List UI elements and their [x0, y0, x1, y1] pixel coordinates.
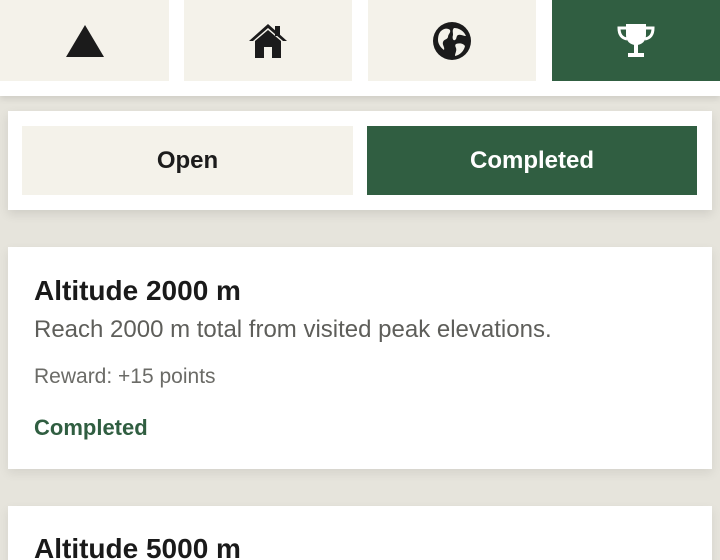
- challenge-title: Altitude 5000 m: [34, 533, 241, 560]
- trophy-icon: [616, 21, 656, 61]
- challenge-reward: Reward: +15 points: [34, 365, 216, 388]
- challenge-card[interactable]: Altitude 5000 m: [8, 506, 712, 560]
- challenge-title: Altitude 2000 m: [34, 275, 241, 306]
- status-segmented-control: Open Completed: [8, 111, 712, 210]
- completed-segment-button[interactable]: Completed: [367, 126, 697, 195]
- nav-tab-explore[interactable]: [368, 0, 536, 81]
- challenge-description: Reach 2000 m total from visited peak ele…: [34, 316, 552, 343]
- nav-tab-home[interactable]: [184, 0, 352, 81]
- top-navigation-bar: [0, 0, 720, 96]
- challenge-card[interactable]: Altitude 2000 m Reach 2000 m total from …: [8, 247, 712, 469]
- mountain-icon: [65, 23, 105, 59]
- nav-tab-peaks[interactable]: [0, 0, 169, 81]
- globe-icon: [432, 21, 472, 61]
- nav-tab-challenges[interactable]: [552, 0, 720, 81]
- home-icon: [248, 22, 288, 60]
- open-segment-button[interactable]: Open: [22, 126, 353, 195]
- challenge-status-badge: Completed: [34, 415, 148, 440]
